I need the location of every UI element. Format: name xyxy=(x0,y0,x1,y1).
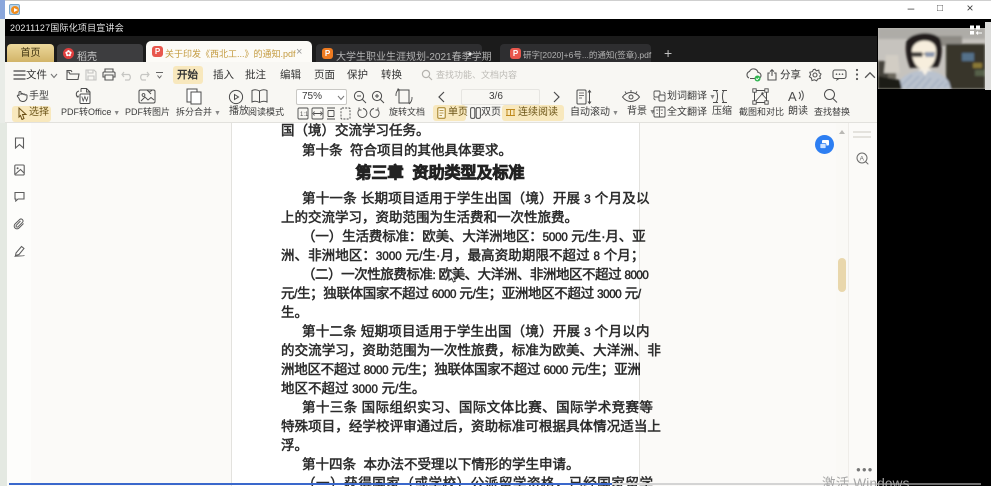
svg-text:A: A xyxy=(860,156,865,163)
svg-text:A: A xyxy=(788,89,797,104)
svg-text:1:1: 1:1 xyxy=(300,112,309,118)
